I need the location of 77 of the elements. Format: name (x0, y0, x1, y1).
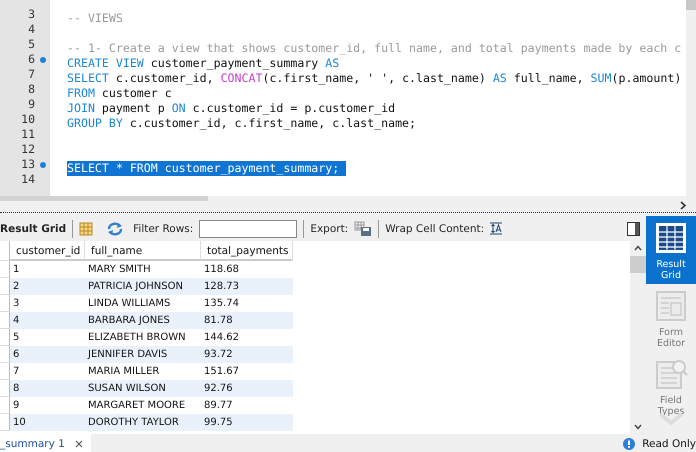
table-cell: 99.75 (201, 414, 293, 431)
side-panel-tab[interactable]: Field Types (646, 352, 696, 420)
table-cell-text: MARY SMITH (87, 263, 152, 277)
table-cell: JENNIFER DAVIS (85, 346, 201, 363)
table-cell: 128.73 (201, 278, 293, 295)
table-cell: SUSAN WILSON (85, 380, 201, 397)
table-cell: BARBARA JONES (85, 312, 201, 329)
table-cell: 4 (10, 312, 85, 329)
table-cell: 8 (10, 380, 85, 397)
grid-icon[interactable] (79, 222, 94, 236)
save-icon[interactable] (354, 220, 372, 236)
table-cell-text: 1 (12, 263, 20, 277)
wrap-text-icon[interactable] (490, 222, 502, 235)
close-icon[interactable] (74, 440, 83, 448)
table-cell: 10 (10, 414, 85, 431)
column-header[interactable]: full_name (85, 241, 201, 261)
line-number: 10 (21, 112, 35, 127)
export-label: Export: (310, 222, 348, 234)
table-cell-text: LINDA WILLIAMS (87, 297, 172, 311)
status-text: Read Only (642, 438, 696, 450)
table-cell: 92.76 (201, 380, 293, 397)
wrap-cell-content-label: Wrap Cell Content: (385, 222, 484, 234)
filter-rows-field[interactable] (199, 220, 298, 238)
line-number: 3 (28, 7, 35, 22)
line-number: 13 (21, 157, 35, 172)
side-panel-tab[interactable]: Form Editor (646, 284, 696, 352)
table-cell-text: MARIA MILLER (87, 365, 160, 379)
code-line: JOIN payment p ON c.customer_id = p.customer_id (67, 101, 396, 116)
table-cell-text: 135.74 (203, 297, 240, 311)
line-number: 9 (28, 97, 35, 112)
table-cell-text: 9 (12, 399, 20, 413)
side-panel-tab[interactable]: Result Grid (646, 216, 696, 284)
table-cell: 81.78 (201, 312, 293, 329)
info-icon (623, 438, 636, 450)
grid-icon (653, 220, 689, 256)
line-number: 8 (28, 82, 35, 97)
table-cell: 2 (10, 278, 85, 295)
code-line: CREATE VIEW customer_payment_summary AS (67, 56, 340, 71)
table-cell: 93.72 (201, 346, 293, 363)
table-cell-text: ELIZABETH BROWN (87, 331, 187, 345)
line-number: 11 (21, 127, 35, 142)
panel-toggle-icon[interactable] (627, 222, 640, 236)
table-cell: DOROTHY TAYLOR (85, 414, 201, 431)
line-number: 7 (28, 67, 35, 82)
table-cell: PATRICIA JOHNSON (85, 278, 201, 295)
scrollbar-thumb[interactable] (630, 256, 646, 273)
code-line: SELECT c.customer_id, CONCAT(c.first_name, ' ', c.last_name) AS full_name, SUM(p.amount) (67, 71, 682, 86)
line-number: 12 (21, 142, 35, 157)
code-line: -- VIEWS (67, 11, 123, 26)
column-header[interactable]: customer_id (10, 241, 85, 261)
chevron-up-icon[interactable] (634, 245, 642, 251)
table-cell-text: 3 (12, 297, 20, 311)
table-cell-text: 89.77 (203, 399, 234, 413)
column-header[interactable]: total_payments (201, 241, 293, 261)
scrollbar-thumb[interactable] (0, 196, 208, 201)
table-cell-text: 118.68 (203, 263, 240, 277)
code-line: -- 1- Create a view that shows customer_id, full name, and total payments made by each c (67, 41, 682, 56)
line-number: 14 (21, 172, 35, 187)
table-cell-text: 144.62 (203, 331, 240, 345)
filter-rows-label: Filter Rows: (133, 222, 194, 234)
line-number: 5 (28, 37, 35, 52)
form-icon (653, 288, 689, 324)
code-line: FROM customer c (67, 86, 172, 101)
scrollbar[interactable] (686, 0, 696, 196)
result-tab[interactable]: _summary 1 (0, 434, 91, 452)
line-number: 4 (28, 22, 35, 37)
line-number: 6 (28, 52, 35, 67)
refresh-icon[interactable] (107, 222, 124, 236)
table-cell-text: 151.67 (203, 365, 240, 379)
table-cell-text: MARGARET MOORE (87, 399, 186, 413)
chevron-right-icon[interactable] (680, 201, 687, 210)
result-grid-label: Result Grid (0, 222, 66, 234)
chevron-down-icon[interactable] (634, 424, 642, 430)
table-cell: 6 (10, 346, 85, 363)
code-line: GROUP BY c.customer_id, c.first_name, c.last_name; (67, 116, 416, 131)
table-cell-text: 5 (12, 331, 20, 345)
table-cell-text: 7 (12, 365, 20, 379)
